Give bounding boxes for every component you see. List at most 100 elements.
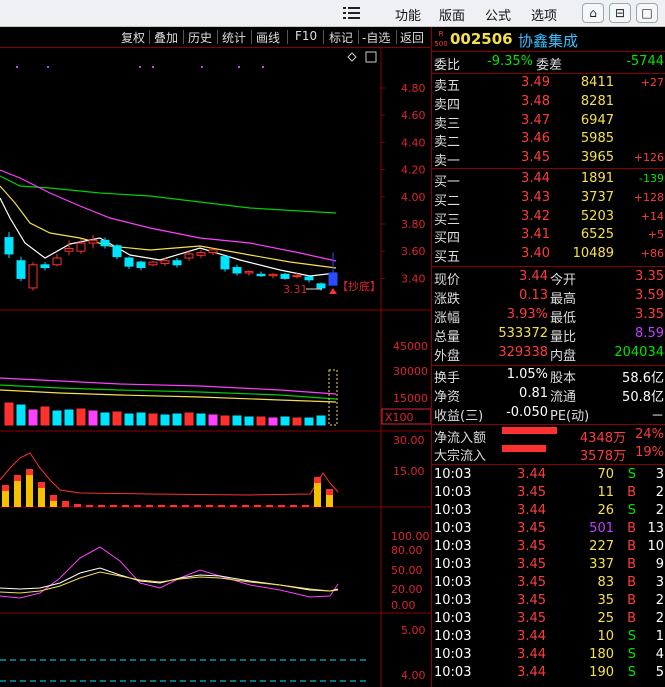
candle-body (280, 273, 290, 279)
marker-dot (47, 66, 49, 68)
toolbar-overlay-button[interactable]: 叠加 (154, 29, 178, 46)
toolbar-stats-button[interactable]: 统计 (222, 29, 246, 46)
tick-time: 10:03 (434, 503, 472, 518)
kdj-d-line (0, 571, 339, 594)
asks-label: 卖二 (434, 135, 461, 151)
toolbar-back-button[interactable]: 返回 (400, 29, 424, 46)
toolbar-divider (149, 30, 150, 44)
quote-label: 今开 (550, 273, 577, 288)
asks-price: 3.47 (521, 112, 550, 128)
toolbar-f10-button[interactable]: F10 (295, 29, 317, 43)
tick-volume: 227 (589, 539, 614, 554)
menu-layout[interactable]: 版面 (439, 5, 465, 24)
candle-body (52, 257, 62, 266)
tick-count: 4 (655, 647, 664, 662)
home-icon[interactable]: ⌂ (582, 3, 604, 23)
divider (432, 424, 665, 425)
volume-bar (100, 412, 110, 426)
candle-body (64, 247, 74, 252)
candle-body (28, 264, 38, 289)
quote-label: 量比 (550, 330, 577, 345)
tick-volume: 11 (597, 485, 614, 500)
quote-value: 329338 (498, 345, 548, 360)
tick-row[interactable]: 10:03 3.44 190 S 5 (432, 665, 665, 683)
tick-row[interactable]: 10:03 3.45 83 B 3 (432, 575, 665, 593)
toolbar-mark-button[interactable]: 标记 (329, 29, 353, 46)
tick-side: B (627, 539, 636, 554)
kdj-axis-label: 50.00 (391, 564, 423, 577)
tick-time: 10:03 (434, 539, 472, 554)
quote-label: 涨幅 (434, 311, 461, 326)
candle-body (4, 237, 14, 255)
flow-bar-top (278, 505, 285, 507)
tick-row[interactable]: 10:03 3.45 227 B 10 (432, 539, 665, 557)
bids-change: +5 (647, 228, 664, 242)
price-axis-label: 4.80 (401, 82, 426, 95)
margin-badge: R 500 (434, 29, 448, 49)
toolbar-fuquan-button[interactable]: 复权 (121, 29, 145, 46)
tick-row[interactable]: 10:03 3.45 11 B 2 (432, 485, 665, 503)
stock-chart[interactable]: 4.80 4.60 4.40 4.20 4.00 3.80 3.60 3.40 3.31 【抄底】… (0, 48, 431, 687)
tick-row[interactable]: 10:03 3.45 337 B 9 (432, 557, 665, 575)
ma20-line (0, 169, 337, 262)
flow-bar-top (170, 505, 177, 507)
divider (432, 73, 665, 74)
toolbar-divider (396, 30, 397, 44)
tick-volume: 25 (597, 611, 614, 626)
volume-bar (40, 406, 50, 426)
toolbar-remove-watchlist-button[interactable]: -自选 (362, 29, 390, 46)
volume-bar (136, 412, 146, 426)
toolbar-divider (323, 30, 324, 44)
candle-body (112, 245, 122, 258)
restore-window-icon[interactable]: ⊟ (609, 3, 631, 23)
margin-badge-r: R (438, 30, 444, 38)
tick-time: 10:03 (434, 467, 472, 482)
tick-row[interactable]: 10:03 3.45 35 B 2 (432, 593, 665, 611)
volume-bar (184, 412, 194, 426)
tick-row[interactable]: 10:03 3.45 501 B 13 (432, 521, 665, 539)
quote-label: 总量 (434, 330, 461, 345)
volume-bar (124, 413, 134, 426)
toolbar-history-button[interactable]: 历史 (188, 29, 212, 46)
toolbar-draw-button[interactable]: 画线 (256, 29, 280, 46)
flow-bar-top (194, 505, 201, 507)
flow-label: 大宗流入 (434, 449, 487, 464)
tick-row[interactable]: 10:03 3.44 10 S 1 (432, 629, 665, 647)
volume-bar (112, 411, 122, 426)
menu-function[interactable]: 功能 (395, 5, 421, 24)
asks-row: 卖三 3.47 6947 (432, 112, 665, 132)
tick-row[interactable]: 10:03 3.45 25 B 2 (432, 611, 665, 629)
tick-row[interactable]: 10:03 3.44 70 S 3 (432, 467, 665, 485)
maximize-window-icon[interactable]: □ (636, 3, 658, 23)
bids-row: 买四 3.41 6525 +5 (432, 227, 665, 246)
fund-label: 流通 (550, 390, 577, 405)
tick-side: B (627, 593, 636, 608)
flow-bar-top (266, 505, 273, 507)
volume-bar (280, 416, 290, 426)
fund-value: 50.8亿 (622, 390, 664, 405)
candle-body (328, 272, 338, 286)
tick-row[interactable]: 10:03 3.44 26 S 2 (432, 503, 665, 521)
tick-price: 3.45 (517, 539, 546, 554)
volume-bar (292, 417, 302, 426)
menu-options[interactable]: 选项 (531, 5, 557, 24)
stock-name[interactable]: 协鑫集成 (518, 30, 578, 51)
bids-price: 3.40 (521, 246, 550, 262)
quote-value: 3.44 (519, 269, 548, 284)
asks-price: 3.49 (521, 75, 550, 90)
tick-price: 3.45 (517, 593, 546, 608)
flow-bar (502, 427, 557, 434)
commission-diff-value: -5744 (626, 54, 664, 69)
menu-list-icon[interactable] (342, 4, 362, 22)
candle-body (124, 257, 134, 267)
tick-count: 2 (655, 611, 664, 626)
tick-volume: 190 (589, 665, 614, 680)
tick-price: 3.45 (517, 575, 546, 590)
tick-time: 10:03 (434, 629, 472, 644)
buy-signal-arrow-icon (329, 288, 337, 294)
flow-bar-top (14, 475, 21, 481)
price-axis-label: 4.20 (401, 164, 426, 177)
bids-price: 3.44 (521, 171, 550, 186)
tick-row[interactable]: 10:03 3.44 180 S 4 (432, 647, 665, 665)
menu-formula[interactable]: 公式 (485, 5, 511, 24)
